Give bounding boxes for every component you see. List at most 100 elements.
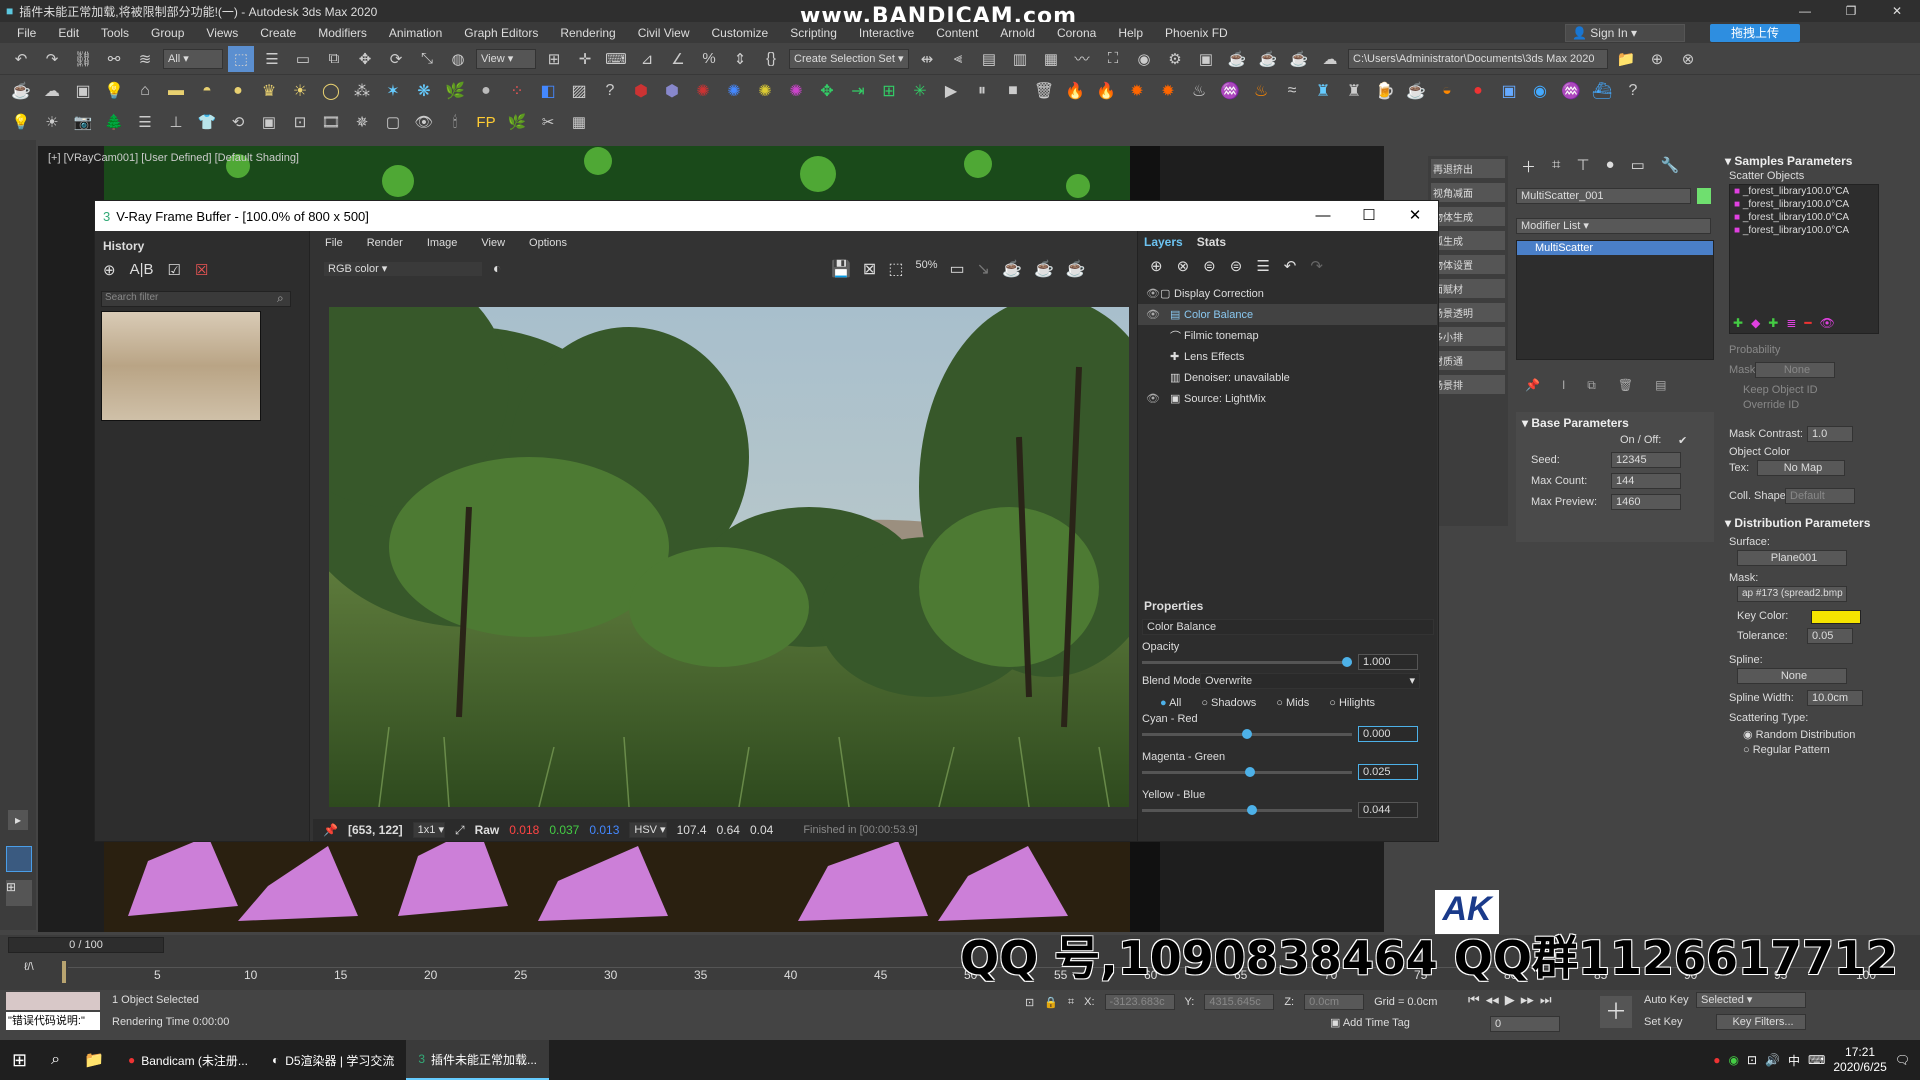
move-green-icon[interactable]: ✥	[814, 78, 840, 104]
save-image-icon[interactable]: 💾	[831, 259, 851, 279]
spinner-snap-icon[interactable]: ⇕	[727, 46, 753, 72]
display-tab-icon[interactable]: ▭	[1631, 156, 1645, 177]
atom-blue-icon[interactable]: ✺	[721, 78, 747, 104]
history-search-input[interactable]: Search filter	[101, 291, 291, 307]
time-slider[interactable]: 0 / 100	[8, 937, 164, 953]
menu-corona[interactable]: Corona	[1046, 26, 1107, 40]
side-btn-7[interactable]: 多小排	[1431, 327, 1505, 346]
menu-help[interactable]: Help	[1107, 26, 1154, 40]
layer-explorer-icon[interactable]: ▥	[1007, 46, 1033, 72]
layer-row[interactable]: ▥ Denoiser: unavailable	[1138, 367, 1437, 388]
max-count-field[interactable]: 144	[1611, 473, 1681, 489]
box-select-icon[interactable]: ▢	[380, 109, 406, 135]
render-cloud-icon[interactable]: ☁	[1317, 46, 1343, 72]
lamp-icon[interactable]: 🕯	[442, 109, 468, 135]
vray-fur-icon[interactable]: ✶	[380, 78, 406, 104]
layer-row[interactable]: 👁 ▣ Source: LightMix	[1138, 388, 1437, 409]
taskbar-bandicam[interactable]: ● Bandicam (未注册...	[116, 1040, 260, 1080]
pause-icon[interactable]: ⏸	[969, 78, 995, 104]
remove-modifier-icon[interactable]: 🗑	[1618, 378, 1633, 393]
help-circle-icon[interactable]: ?	[597, 78, 623, 104]
film-icon[interactable]: 🎞	[318, 109, 344, 135]
vray-mesh-light-icon[interactable]: ♛	[256, 78, 282, 104]
select-by-name-icon[interactable]: ☰	[259, 46, 285, 72]
spark-icon[interactable]: ✵	[349, 109, 375, 135]
menu-customize[interactable]: Customize	[701, 26, 780, 40]
viewport-layout-icon[interactable]	[6, 846, 32, 872]
menu-rendering[interactable]: Rendering	[549, 26, 626, 40]
phoenix-cup-icon[interactable]: ☕	[1403, 78, 1429, 104]
isolate-icon[interactable]: ⊡	[1025, 996, 1034, 1009]
light-bulb-icon[interactable]: 💡	[8, 109, 34, 135]
phoenix-source-2-icon[interactable]: ✹	[1155, 78, 1181, 104]
menu-arnold[interactable]: Arnold	[989, 26, 1046, 40]
expand-icon[interactable]: ▸	[8, 810, 28, 830]
cyan-red-thumb[interactable]	[1242, 729, 1252, 739]
list-icon[interactable]: ≣	[1786, 316, 1796, 330]
interactive-render-icon[interactable]: ☕	[1066, 259, 1086, 279]
tolerance-field[interactable]: 0.05	[1807, 628, 1853, 644]
phoenix-foam-icon[interactable]: ♜	[1310, 78, 1336, 104]
side-btn-9[interactable]: 场景排	[1431, 375, 1505, 394]
burst-green-icon[interactable]: ✳	[907, 78, 933, 104]
coll-shape-dropdown[interactable]: Default	[1785, 488, 1855, 504]
menu-phoenix-fd[interactable]: Phoenix FD	[1154, 26, 1239, 40]
mask-contrast-field[interactable]: 1.0	[1807, 426, 1853, 442]
redo-layer-icon[interactable]: ↷	[1310, 257, 1323, 275]
table-icon[interactable]: ▦	[566, 109, 592, 135]
tray-volume-icon[interactable]: 🔊	[1765, 1053, 1780, 1067]
magenta-green-thumb[interactable]	[1245, 767, 1255, 777]
forest-pack-icon[interactable]: 🌿	[442, 78, 468, 104]
trash-icon[interactable]: 🗑	[1031, 78, 1057, 104]
rotate-view-icon[interactable]: ⟲	[225, 109, 251, 135]
range-shadows-radio[interactable]: ○ Shadows	[1201, 697, 1256, 709]
scene-explorer-icon[interactable]: ▤	[976, 46, 1002, 72]
modify-tab-icon[interactable]: ⌗	[1552, 156, 1560, 177]
yellow-blue-field[interactable]: 0.044	[1358, 802, 1418, 818]
colorspace-dropdown[interactable]: HSV ▾	[629, 822, 667, 838]
file-explorer-icon[interactable]: 📁	[72, 1040, 116, 1080]
side-btn-2[interactable]: 物体生成	[1431, 207, 1505, 226]
channel-dropdown[interactable]: RGB color ▾	[323, 261, 483, 277]
time-cursor[interactable]	[62, 961, 66, 983]
x-coordinate-field[interactable]: -3123.683c	[1104, 994, 1175, 1010]
tex-button[interactable]: No Map	[1757, 460, 1845, 476]
scale-icon[interactable]: ⤡	[414, 46, 440, 72]
scatter-object-item[interactable]: ■ _forest_library100.0°CA	[1730, 224, 1878, 237]
previous-frame-icon[interactable]: ◂◂	[1486, 992, 1499, 1008]
scatter-object-item[interactable]: ■ _forest_library100.0°CA	[1730, 211, 1878, 224]
selection-filter-dropdown[interactable]: All ▾	[163, 48, 223, 69]
menu-civil-view[interactable]: Civil View	[627, 26, 701, 40]
play-icon[interactable]: ▶	[938, 78, 964, 104]
close-button[interactable]: ✕	[1874, 0, 1920, 22]
side-btn-8[interactable]: 材质通	[1431, 351, 1505, 370]
phoenix-beer-icon[interactable]: 🍺	[1372, 78, 1398, 104]
vfb-maximize-button[interactable]: ☐	[1346, 201, 1392, 231]
menu-scripting[interactable]: Scripting	[779, 26, 848, 40]
angle-snap-icon[interactable]: ∠	[665, 46, 691, 72]
phoenix-turbulence-icon[interactable]: ♒	[1217, 78, 1243, 104]
eye-icon[interactable]: 👁	[1146, 287, 1160, 300]
menu-modifiers[interactable]: Modifiers	[307, 26, 378, 40]
bind-space-warp-icon[interactable]: ≋	[132, 46, 158, 72]
menu-file[interactable]: File	[6, 26, 47, 40]
phoenix-ocean-icon[interactable]: ≈	[1279, 78, 1305, 104]
tools-icon[interactable]: ✂	[535, 109, 561, 135]
sign-in-dropdown[interactable]: 👤 Sign In ▾	[1565, 24, 1685, 42]
vray-sun-icon[interactable]: ☀	[287, 78, 313, 104]
menu-content[interactable]: Content	[925, 26, 989, 40]
link-icon[interactable]: ⛓	[70, 46, 96, 72]
ab-compare-icon[interactable]: A|B	[130, 261, 154, 279]
opacity-field[interactable]: 1.000	[1358, 654, 1418, 670]
side-btn-5[interactable]: 面赋材	[1431, 279, 1505, 298]
fp-plugin-icon[interactable]: FP	[473, 109, 499, 135]
object-color-swatch[interactable]	[1697, 188, 1711, 204]
range-all-radio[interactable]: ● All	[1160, 697, 1181, 709]
viewport-label[interactable]: [+] [VRayCam001] [User Defined] [Default…	[48, 152, 299, 164]
load-layer-tree-icon[interactable]: ⊜	[1230, 257, 1243, 275]
taskbar-d5[interactable]: ◐ D5渲染器 | 学习交流	[260, 1040, 406, 1080]
distribution-header[interactable]: ▾ Distribution Parameters	[1725, 516, 1870, 530]
eye-icon[interactable]: 👁	[1146, 308, 1160, 321]
curve-editor-icon[interactable]: 〰	[1069, 46, 1095, 72]
vray-sphere-light-icon[interactable]: ●	[225, 78, 251, 104]
